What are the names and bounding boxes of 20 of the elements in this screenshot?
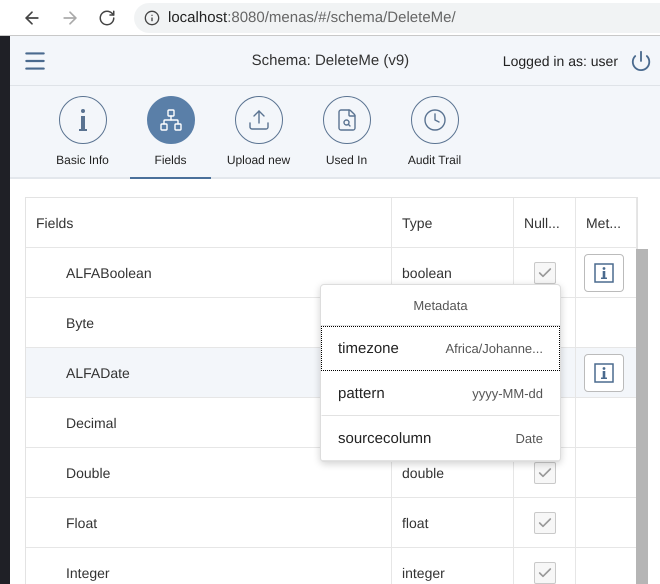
- column-header: Fields: [36, 214, 74, 230]
- field-type: float: [402, 514, 428, 530]
- field-name: Integer: [66, 564, 110, 580]
- url-path: :8080/menas/#/schema/DeleteMe/: [227, 9, 456, 26]
- page-title: Schema: DeleteMe (v9): [250, 52, 410, 69]
- field-type: boolean: [402, 264, 452, 280]
- field-name: Double: [66, 464, 110, 480]
- url-host: localhost: [168, 9, 228, 26]
- column-header: Null...: [524, 214, 560, 230]
- field-name: Decimal: [66, 414, 117, 430]
- field-name: ALFABoolean: [66, 264, 152, 280]
- field-name: ALFADate: [66, 364, 130, 380]
- field-type: integer: [402, 564, 445, 580]
- field-name: Byte: [66, 314, 94, 330]
- column-header: Type: [402, 214, 432, 230]
- field-name: Float: [66, 514, 98, 530]
- column-header: Met...: [586, 214, 622, 230]
- user-label: Logged in as: user: [502, 52, 618, 68]
- field-type: double: [402, 464, 444, 480]
- popover-title: Metadata: [413, 298, 468, 312]
